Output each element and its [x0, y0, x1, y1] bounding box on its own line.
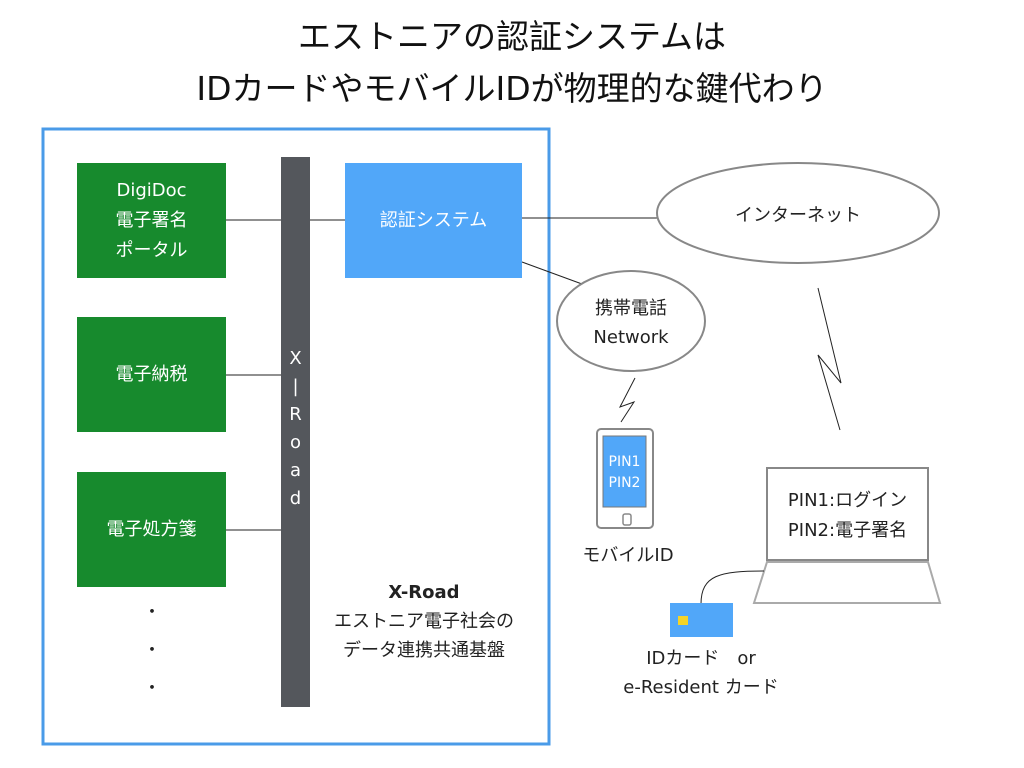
xroad-name: X-Road: [388, 582, 460, 603]
ellipsis-dot: ・: [143, 602, 161, 623]
laptop-base: [752, 561, 942, 604]
wireless-icon: [817, 287, 842, 431]
mobile-network-line: 携帯電話: [595, 298, 667, 319]
service-label: ポータル: [115, 239, 188, 261]
pin2-signature: PIN2:電子署名: [787, 520, 908, 541]
service-label: 電子署名: [115, 209, 188, 231]
xroad-desc: データ連携共通基盤: [343, 640, 505, 661]
service-e-tax: 電子納税: [77, 317, 226, 432]
service-label: 電子納税: [115, 363, 188, 385]
xroad-letter: |: [292, 376, 299, 397]
xroad-desc: エストニア電子社会の: [334, 611, 514, 632]
card-line: e-Resident カード: [623, 677, 779, 698]
pin1: PIN1: [608, 454, 641, 470]
mobile-id-label: モバイルID: [582, 545, 674, 566]
pin2: PIN2: [608, 475, 641, 491]
pin1-login: PIN1:ログイン: [787, 490, 908, 511]
service-e-prescription: 電子処方箋: [77, 472, 226, 587]
ellipsis-dot: ・: [143, 678, 161, 699]
mobile-network-line: Network: [593, 327, 669, 348]
laptop-screen-text: PIN1:ログイン PIN2:電子署名: [767, 486, 928, 546]
chip-icon: [678, 616, 688, 625]
link-mobile-network: [521, 261, 583, 285]
xroad-bar: X | R o a d: [281, 157, 310, 707]
mobile-network-label: 携帯電話 Network: [557, 294, 705, 352]
wireless-icon: [618, 377, 636, 423]
xroad-caption: X-Road エストニア電子社会の データ連携共通基盤: [314, 578, 534, 665]
diagram: エストニアの認証システムは IDカードやモバイルIDが物理的な鍵代わり Digi…: [0, 0, 1024, 768]
auth-system-box: 認証システム: [345, 163, 522, 278]
xroad-letter: X: [289, 348, 302, 369]
xroad-letter: o: [289, 432, 301, 453]
card-label: IDカード or e-Resident カード: [591, 644, 811, 702]
phone-screen-text: PIN1 PIN2: [603, 452, 646, 494]
service-digidoc: DigiDoc 電子署名ポータル: [77, 163, 226, 278]
auth-system-label: 認証システム: [379, 209, 488, 231]
service-label: 電子処方箋: [106, 518, 197, 540]
internet-label: インターネット: [735, 205, 861, 226]
card-line: IDカード or: [646, 648, 756, 669]
service-label: DigiDoc: [116, 179, 187, 201]
ellipsis-dot: ・: [143, 640, 161, 661]
xroad-letter: a: [289, 460, 302, 481]
xroad-letter: d: [289, 488, 302, 509]
xroad-letter: R: [289, 404, 302, 425]
